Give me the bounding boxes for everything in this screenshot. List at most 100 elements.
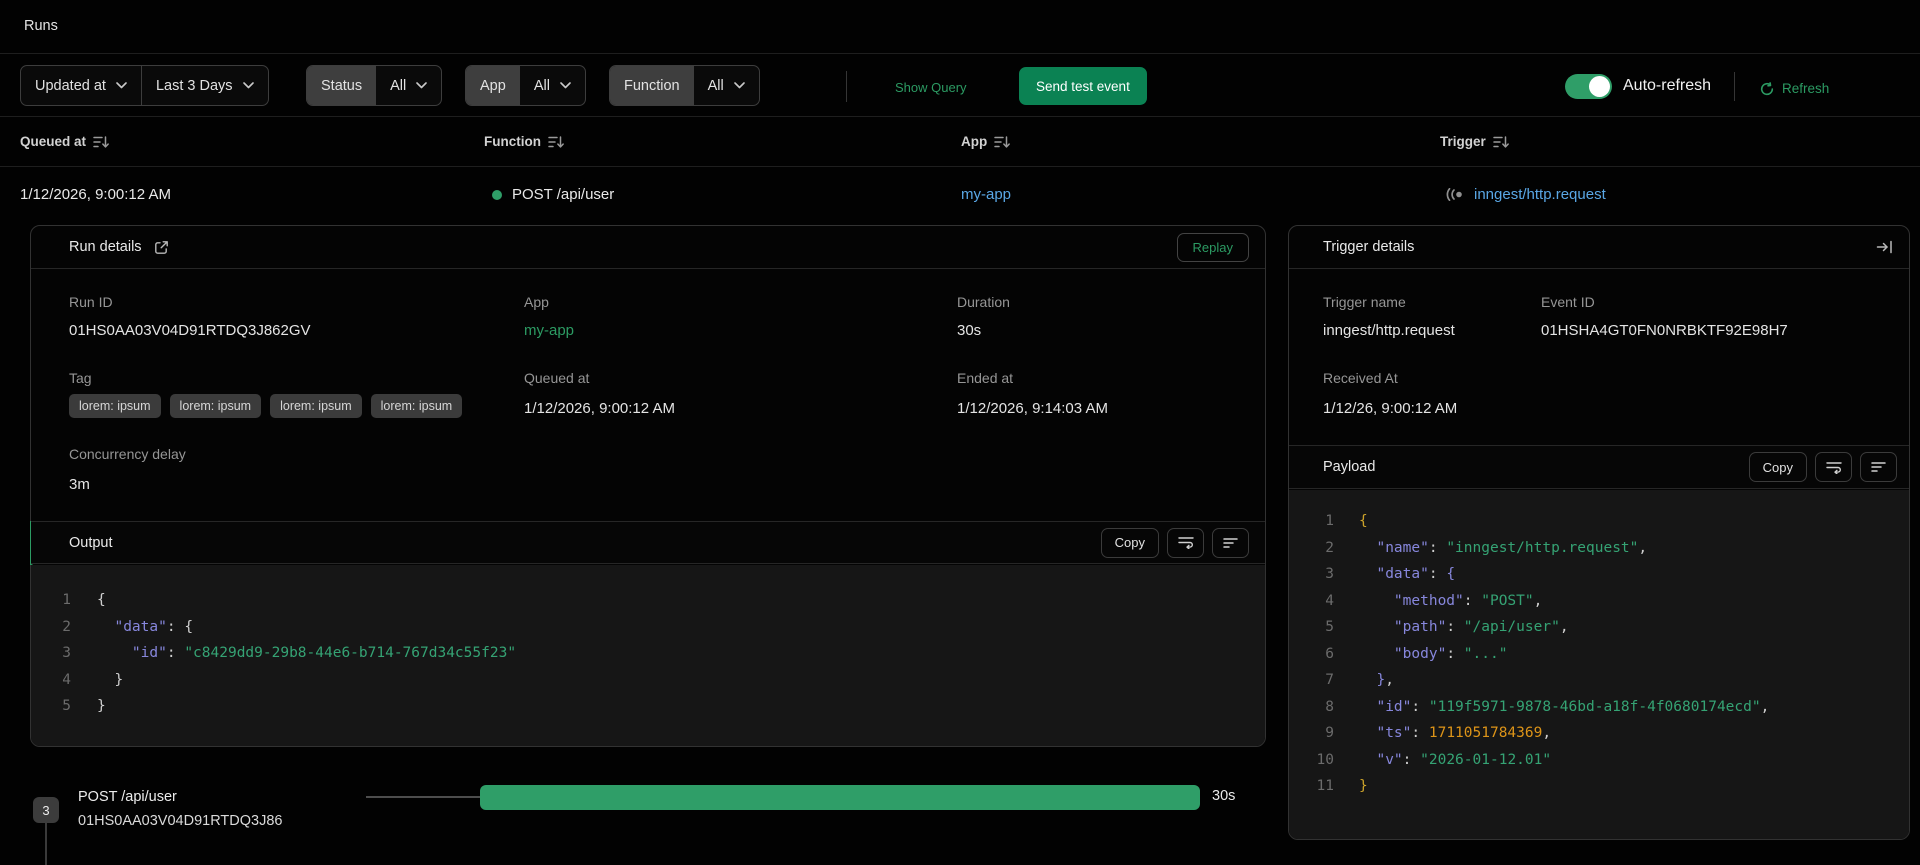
show-query-link[interactable]: Show Query: [895, 80, 967, 95]
line-number: 9: [1325, 725, 1334, 741]
function-filter-dropdown[interactable]: All: [694, 66, 759, 105]
sort-icon: [994, 135, 1011, 148]
word-wrap-button[interactable]: [1167, 527, 1204, 558]
align-left-icon: [1871, 462, 1886, 472]
code-text: "data": {: [1376, 566, 1456, 582]
code-text: },: [1376, 672, 1394, 688]
cell-queued-at: 1/12/2026, 9:00:12 AM: [20, 186, 171, 203]
function-filter-value: All: [707, 77, 724, 94]
output-copy-button[interactable]: Copy: [1100, 527, 1159, 558]
auto-refresh-label: Auto-refresh: [1623, 77, 1712, 94]
concurrency-delay-label: Concurrency delay: [69, 446, 186, 462]
output-section-header: Output Copy: [31, 521, 1265, 564]
line-number: 3: [1325, 566, 1334, 582]
timeline: 3 POST /api/user 01HS0AA03V04D91RTDQ3J86…: [0, 770, 1920, 865]
cell-trigger: inngest/http.request: [1445, 186, 1606, 203]
code-text: "method": "POST",: [1393, 592, 1543, 609]
word-wrap-button[interactable]: [1815, 452, 1852, 482]
step-count-badge[interactable]: 3: [33, 797, 59, 823]
cell-function: POST /api/user: [492, 186, 614, 203]
sort-field-dropdown[interactable]: Updated at: [21, 66, 141, 105]
chevron-down-icon: [560, 82, 571, 89]
tag-chips: lorem: ipsum lorem: ipsum lorem: ipsum lore…: [69, 394, 463, 418]
app-value-link[interactable]: my-app: [524, 322, 574, 339]
line-number: 3: [62, 645, 71, 661]
sort-icon: [93, 135, 109, 148]
status-filter-value: All: [390, 77, 407, 94]
chevron-down-icon: [416, 82, 428, 89]
queued-at-label: Queued at: [524, 370, 590, 386]
trigger-link[interactable]: inngest/http.request: [1474, 186, 1606, 203]
dock-right-icon[interactable]: [1876, 240, 1893, 254]
code-text: {: [1359, 513, 1368, 529]
chevron-down-icon: [116, 82, 127, 89]
code-text: }: [97, 671, 124, 688]
app-label: App: [524, 294, 549, 310]
webhook-icon: [1446, 188, 1462, 201]
word-wrap-icon: [1825, 461, 1842, 474]
code-line: 1{: [31, 587, 1265, 614]
payload-toolbar: Copy: [1748, 452, 1897, 482]
status-filter-dropdown[interactable]: All: [376, 66, 441, 105]
status-filter-group: Status All: [306, 65, 443, 106]
expand-lines-button[interactable]: [1212, 527, 1249, 558]
app-filter-group: App All: [465, 65, 586, 106]
function-filter-label-text: Function: [624, 77, 680, 94]
column-header-queued-at[interactable]: Queued at: [20, 134, 109, 149]
sort-time-filter-group: Updated at Last 3 Days: [20, 65, 269, 106]
code-line: 6 "body": "...": [1289, 641, 1909, 668]
tag-chip: lorem: ipsum: [169, 394, 262, 418]
code-line: 5 "path": "/api/user",: [1289, 614, 1909, 641]
column-label: Function: [484, 134, 541, 149]
line-number: 1: [62, 592, 71, 608]
column-label: Queued at: [20, 134, 87, 149]
trigger-details-title: Trigger details: [1323, 239, 1415, 255]
line-number: 6: [1325, 645, 1334, 662]
trigger-name-value: inngest/http.request: [1323, 322, 1455, 339]
table-row[interactable]: 1/12/2026, 9:00:12 AM POST /api/user my-…: [0, 167, 1920, 224]
code-line: 7 },: [1289, 667, 1909, 694]
line-number: 5: [1325, 619, 1334, 635]
external-link-icon[interactable]: [154, 240, 169, 255]
expand-lines-button[interactable]: [1860, 452, 1897, 482]
auto-refresh-toggle[interactable]: [1565, 74, 1612, 99]
refresh-label: Refresh: [1782, 81, 1830, 96]
timeline-duration-bar[interactable]: [480, 785, 1200, 810]
column-label: App: [961, 134, 988, 149]
status-dot: [492, 189, 502, 200]
queued-at-value: 1/12/2026, 9:00:12 AM: [524, 400, 675, 417]
code-line: 8 "id": "119f5971-9878-46bd-a18f-4f06801…: [1289, 694, 1909, 721]
timeline-bar-connector: [366, 796, 480, 798]
code-line: 4 }: [31, 667, 1265, 694]
column-header-function[interactable]: Function: [484, 134, 564, 149]
code-line: 4 "method": "POST",: [1289, 588, 1909, 615]
code-text: {: [97, 592, 106, 608]
function-filter-group: Function All: [609, 65, 760, 106]
chevron-down-icon: [733, 82, 745, 89]
event-id-label: Event ID: [1541, 294, 1595, 310]
payload-copy-button[interactable]: Copy: [1748, 452, 1807, 482]
duration-label: Duration: [957, 294, 1010, 310]
function-filter-label: Function: [610, 66, 694, 105]
code-line: 3 "data": {: [1289, 561, 1909, 588]
trigger-details-header: Trigger details: [1289, 226, 1909, 269]
column-header-app[interactable]: App: [961, 134, 1011, 149]
app-filter-dropdown[interactable]: All: [520, 66, 585, 105]
line-number: 1: [1325, 513, 1334, 529]
code-text: }: [97, 698, 106, 714]
send-test-event-button[interactable]: Send test event: [1019, 67, 1147, 105]
timeline-duration-label: 30s: [1212, 788, 1236, 804]
app-link[interactable]: my-app: [961, 186, 1011, 203]
time-range-dropdown[interactable]: Last 3 Days: [140, 66, 268, 105]
function-name: POST /api/user: [512, 186, 615, 203]
column-header-trigger[interactable]: Trigger: [1440, 134, 1509, 149]
code-text: "ts": 1711051784369,: [1376, 725, 1552, 741]
status-filter-label: Status: [307, 66, 377, 105]
run-id-value: 01HS0AA03V04D91RTDQ3J862GV: [69, 322, 311, 339]
divider: [846, 71, 847, 102]
line-number: 7: [1325, 672, 1334, 688]
timeline-step-name: POST /api/user: [78, 789, 177, 805]
refresh-button[interactable]: Refresh: [1760, 81, 1829, 96]
line-number: 5: [62, 698, 71, 714]
replay-button[interactable]: Replay: [1176, 232, 1249, 262]
